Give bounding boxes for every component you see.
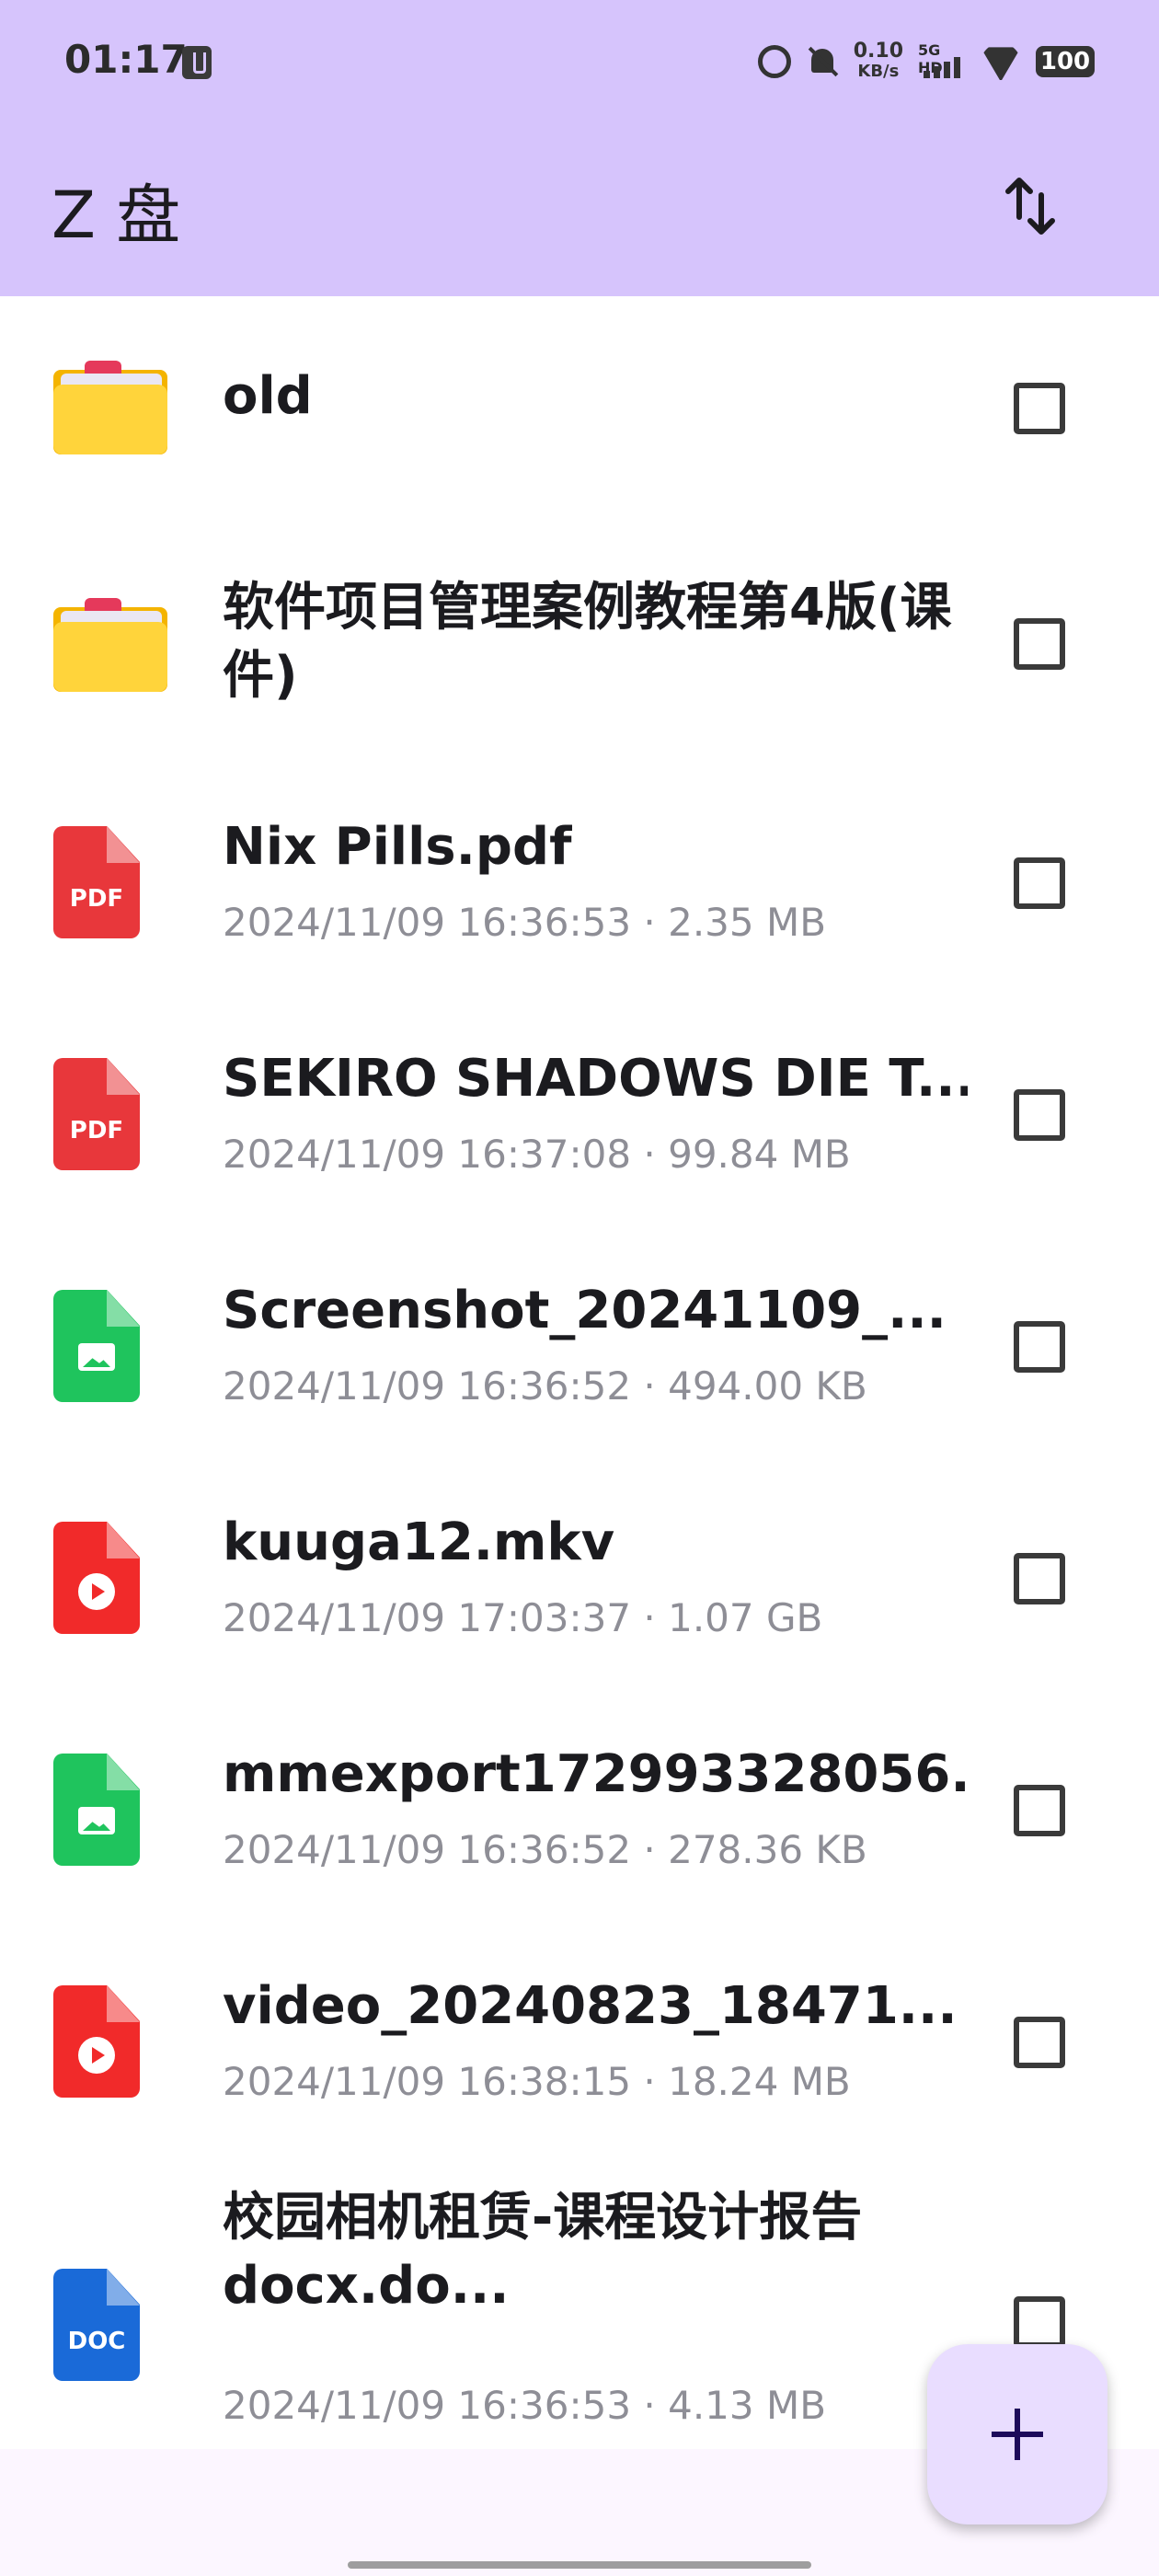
sort-icon[interactable] — [1004, 173, 1056, 239]
list-item[interactable]: mmexport172993328056... 2024/11/09 16:36… — [0, 1693, 1159, 1925]
folder-icon — [53, 361, 167, 454]
file-meta: 2024/11/09 16:36:53 · 2.35 MB — [223, 900, 827, 945]
file-list: old 软件项目管理案例教程第4版(课件) PDF Nix Pills.pdf … — [0, 296, 1159, 2449]
select-checkbox[interactable] — [1014, 2017, 1065, 2068]
list-item[interactable]: Screenshot_20241109_... 2024/11/09 16:36… — [0, 1229, 1159, 1461]
file-meta: 2024/11/09 16:38:15 · 18.24 MB — [223, 2059, 851, 2104]
image-file-icon — [53, 1754, 140, 1866]
file-meta: 2024/11/09 17:03:37 · 1.07 GB — [223, 1595, 823, 1640]
file-name: kuuga12.mkv — [223, 1512, 615, 1572]
select-checkbox[interactable] — [1014, 618, 1065, 670]
file-name: 校园相机租赁-课程设计报告docx.do... — [223, 2188, 863, 2316]
usb-icon — [182, 46, 212, 79]
select-checkbox[interactable] — [1014, 383, 1065, 434]
alarm-icon — [757, 45, 791, 78]
file-name: video_20240823_18471... — [223, 1976, 958, 2036]
list-item[interactable]: kuuga12.mkv 2024/11/09 17:03:37 · 1.07 G… — [0, 1461, 1159, 1693]
select-checkbox[interactable] — [1014, 1785, 1065, 1836]
gesture-bar[interactable] — [348, 2561, 811, 2569]
list-item[interactable]: old — [0, 296, 1159, 528]
file-name: Nix Pills.pdf — [223, 817, 572, 877]
list-item[interactable]: PDF SEKIRO SHADOWS DIE T... 2024/11/09 1… — [0, 997, 1159, 1229]
page-title: Z 盘 — [52, 178, 181, 253]
pdf-file-icon: PDF — [53, 826, 140, 938]
battery-icon: 100 — [1036, 46, 1095, 77]
status-time: 01:17 — [64, 37, 188, 82]
file-name: Screenshot_20241109_... — [223, 1281, 947, 1340]
file-name: mmexport172993328056... — [223, 1744, 968, 1804]
file-meta: 2024/11/09 16:37:08 · 99.84 MB — [223, 1132, 851, 1177]
select-checkbox[interactable] — [1014, 1089, 1065, 1141]
status-icons: 0.10 KB/s 5G HD 100 — [757, 39, 1095, 85]
video-file-icon — [53, 1985, 140, 2098]
select-checkbox[interactable] — [1014, 2296, 1065, 2348]
image-file-icon — [53, 1290, 140, 1402]
list-item[interactable]: PDF Nix Pills.pdf 2024/11/09 16:36:53 · … — [0, 765, 1159, 997]
wifi-icon — [981, 43, 1021, 80]
status-bar: 01:17 0.10 KB/s 5G HD 100 — [0, 0, 1159, 125]
file-name: SEKIRO SHADOWS DIE T... — [223, 1049, 968, 1109]
pdf-file-icon: PDF — [53, 1058, 140, 1170]
folder-icon — [53, 598, 167, 692]
signal-icon: 5G HD — [918, 41, 966, 80]
bell-off-icon — [806, 45, 839, 78]
list-item[interactable]: video_20240823_18471... 2024/11/09 16:38… — [0, 1925, 1159, 2156]
file-meta: 2024/11/09 16:36:53 · 4.13 MB — [223, 2383, 827, 2428]
doc-file-icon: DOC — [53, 2269, 140, 2381]
file-meta: 2024/11/09 16:36:52 · 494.00 KB — [223, 1363, 867, 1409]
select-checkbox[interactable] — [1014, 1321, 1065, 1373]
app-bar: Z 盘 — [0, 125, 1159, 296]
plus-icon — [992, 2409, 1043, 2460]
select-checkbox[interactable] — [1014, 1553, 1065, 1604]
file-name: old — [223, 366, 313, 426]
list-item[interactable]: 软件项目管理案例教程第4版(课件) — [0, 528, 1159, 765]
video-file-icon — [53, 1522, 140, 1634]
add-button[interactable] — [927, 2344, 1107, 2524]
file-meta: 2024/11/09 16:36:52 · 278.36 KB — [223, 1827, 867, 1872]
file-name: 软件项目管理案例教程第4版(课件) — [223, 578, 952, 706]
net-speed: 0.10 KB/s — [853, 40, 903, 82]
select-checkbox[interactable] — [1014, 857, 1065, 909]
